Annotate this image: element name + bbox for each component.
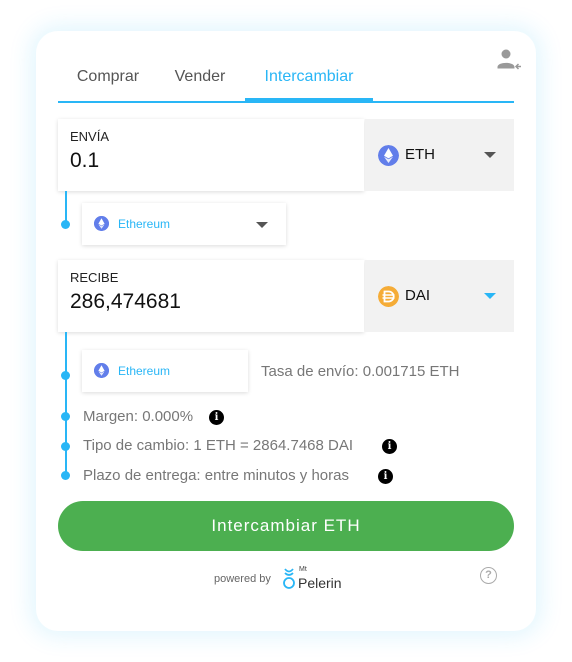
powered-by-text: powered by xyxy=(214,573,271,585)
active-tab-indicator xyxy=(245,98,373,103)
chevron-down-icon xyxy=(484,293,496,299)
tab-sell[interactable]: Vender xyxy=(161,62,239,101)
info-icon[interactable]: i xyxy=(209,410,224,425)
info-icon[interactable]: i xyxy=(382,439,397,454)
chevron-down-icon xyxy=(256,222,268,228)
ethereum-network-icon xyxy=(94,363,109,378)
receive-network-select[interactable]: Ethereum xyxy=(82,350,248,392)
info-icon[interactable]: i xyxy=(378,469,393,484)
logo-name-text: Pelerin xyxy=(298,575,342,591)
tab-bar: Comprar Vender Intercambiar xyxy=(58,62,514,103)
margin-text: Margen: 0.000% xyxy=(83,408,194,425)
timeline-dot xyxy=(61,220,70,229)
receive-currency-select[interactable]: DAI xyxy=(365,260,514,332)
help-icon[interactable]: ? xyxy=(480,567,497,584)
send-currency-name: ETH xyxy=(405,146,435,163)
send-label: ENVÍA xyxy=(70,129,110,144)
timeline-dot xyxy=(61,471,70,480)
eth-coin-icon xyxy=(378,145,399,166)
chevron-down-icon xyxy=(484,152,496,158)
send-currency-select[interactable]: ETH xyxy=(365,119,514,191)
timeline-line xyxy=(65,332,67,477)
tab-buy[interactable]: Comprar xyxy=(58,62,158,101)
exchange-rate-text: Tipo de cambio: 1 ETH = 2864.7468 DAI xyxy=(83,437,354,454)
receive-label: RECIBE xyxy=(70,270,119,285)
logo-mt-text: Mt xyxy=(299,566,307,573)
send-network-name: Ethereum xyxy=(118,217,171,231)
receive-amount-box: RECIBE xyxy=(58,260,364,332)
dai-coin-icon xyxy=(378,286,399,307)
send-amount-input[interactable] xyxy=(70,149,350,173)
send-amount-box: ENVÍA xyxy=(58,119,364,191)
timeline-dot xyxy=(61,412,70,421)
receive-currency-name: DAI xyxy=(405,287,431,304)
mt-pelerin-logo[interactable]: Mt Pelerin xyxy=(282,566,346,592)
timeline-dot xyxy=(61,371,70,380)
delivery-time-text: Plazo de entrega: entre minutos y horas xyxy=(83,467,349,484)
send-network-select[interactable]: Ethereum xyxy=(82,203,286,245)
swap-button[interactable]: Intercambiar ETH xyxy=(58,501,514,551)
receive-amount-input[interactable] xyxy=(70,290,350,314)
receive-network-name: Ethereum xyxy=(118,364,171,378)
ethereum-network-icon xyxy=(94,216,109,231)
network-fee-text: Tasa de envío: 0.001715 ETH xyxy=(261,363,460,380)
timeline-dot xyxy=(61,442,70,451)
tab-swap[interactable]: Intercambiar xyxy=(245,62,373,101)
pelerin-logo-icon xyxy=(283,568,295,589)
